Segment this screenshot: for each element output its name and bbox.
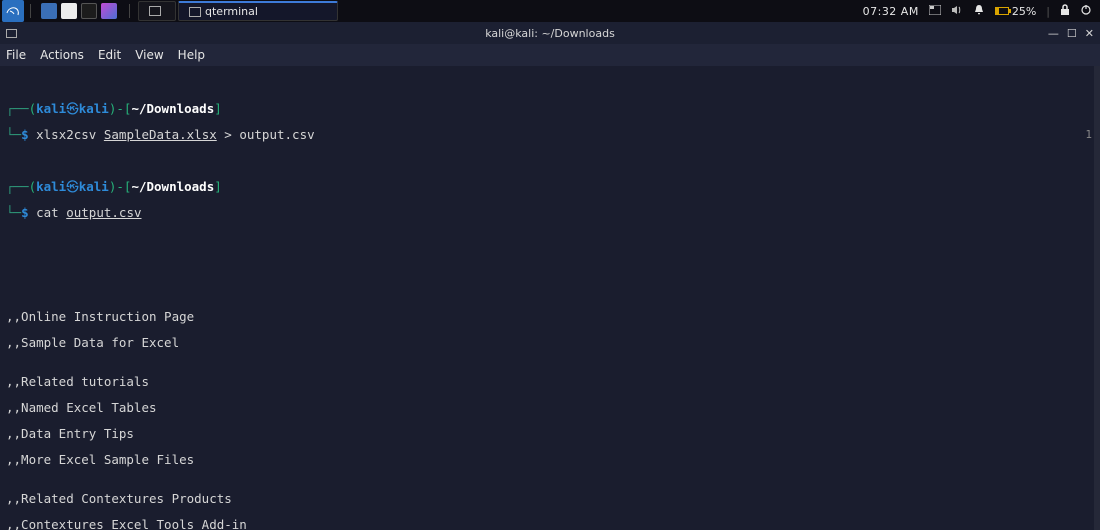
blank-line xyxy=(6,232,1094,245)
volume-icon[interactable] xyxy=(951,4,963,19)
blank-line xyxy=(6,258,1094,271)
output-line: ,,Sample Data for Excel xyxy=(6,336,1094,349)
taskbar-app-qterminal[interactable]: qterminal xyxy=(178,1,338,21)
lock-icon[interactable] xyxy=(1060,4,1070,19)
menu-help[interactable]: Help xyxy=(178,48,205,62)
output-line: ,,Related tutorials xyxy=(6,375,1094,388)
menu-file[interactable]: File xyxy=(6,48,26,62)
terminal-icon[interactable] xyxy=(81,3,97,19)
text-editor-icon[interactable] xyxy=(101,3,117,19)
window-minimize-button[interactable]: — xyxy=(1048,27,1059,40)
scrollback-indicator: 1 xyxy=(1085,128,1092,141)
blank-line xyxy=(6,154,1094,167)
clock[interactable]: 07:32 AM xyxy=(863,5,919,18)
panel-right-group: 07:32 AM 25% | xyxy=(863,4,1100,19)
panel-separator xyxy=(129,4,130,18)
terminal-icon xyxy=(189,7,201,17)
window-app-icon xyxy=(6,29,17,38)
xfce-panel: qterminal 07:32 AM 25% | xyxy=(0,0,1100,22)
taskbar-workspace-button[interactable] xyxy=(138,1,176,21)
menubar: File Actions Edit View Help xyxy=(0,44,1100,66)
window-title: kali@kali: ~/Downloads xyxy=(485,27,615,40)
window-controls: — ☐ ✕ xyxy=(1048,27,1100,40)
output-line: ,,Contextures Excel Tools Add-in xyxy=(6,518,1094,530)
output-line: ,,Online Instruction Page xyxy=(6,310,1094,323)
blank-line xyxy=(6,284,1094,297)
command-line: └─$ xlsx2csv SampleData.xlsx > output.cs… xyxy=(6,128,1094,141)
power-icon[interactable] xyxy=(1080,4,1092,19)
menu-view[interactable]: View xyxy=(135,48,163,62)
battery-icon xyxy=(995,7,1009,15)
battery-indicator[interactable]: 25% xyxy=(995,5,1036,18)
workspace-switcher-icon[interactable] xyxy=(929,5,941,18)
output-line: ,,Data Entry Tips xyxy=(6,427,1094,440)
window-maximize-button[interactable]: ☐ xyxy=(1067,27,1077,40)
prompt-line: ┌──(kali㉿kali)-[~/Downloads] xyxy=(6,102,1094,115)
output-line: ,,Named Excel Tables xyxy=(6,401,1094,414)
files-icon[interactable] xyxy=(41,3,57,19)
prompt-line: ┌──(kali㉿kali)-[~/Downloads] xyxy=(6,180,1094,193)
kali-menu-icon[interactable] xyxy=(2,0,24,22)
notifications-icon[interactable] xyxy=(973,4,985,19)
output-line: ,,Related Contextures Products xyxy=(6,492,1094,505)
output-line: ,,More Excel Sample Files xyxy=(6,453,1094,466)
workspace-icon xyxy=(149,6,161,16)
command-line: └─$ cat output.csv xyxy=(6,206,1094,219)
panel-separator xyxy=(30,4,31,18)
window-close-button[interactable]: ✕ xyxy=(1085,27,1094,40)
taskbar-app-label: qterminal xyxy=(205,5,258,18)
browser-icon[interactable] xyxy=(61,3,77,19)
quick-launch xyxy=(37,3,121,19)
panel-separator: | xyxy=(1046,5,1050,18)
panel-left-group: qterminal xyxy=(0,0,340,22)
terminal-viewport[interactable]: 1 ┌──(kali㉿kali)-[~/Downloads] └─$ xlsx2… xyxy=(0,66,1100,530)
menu-actions[interactable]: Actions xyxy=(40,48,84,62)
battery-percent-label: 25% xyxy=(1012,5,1036,18)
menu-edit[interactable]: Edit xyxy=(98,48,121,62)
window-titlebar[interactable]: kali@kali: ~/Downloads — ☐ ✕ xyxy=(0,22,1100,44)
